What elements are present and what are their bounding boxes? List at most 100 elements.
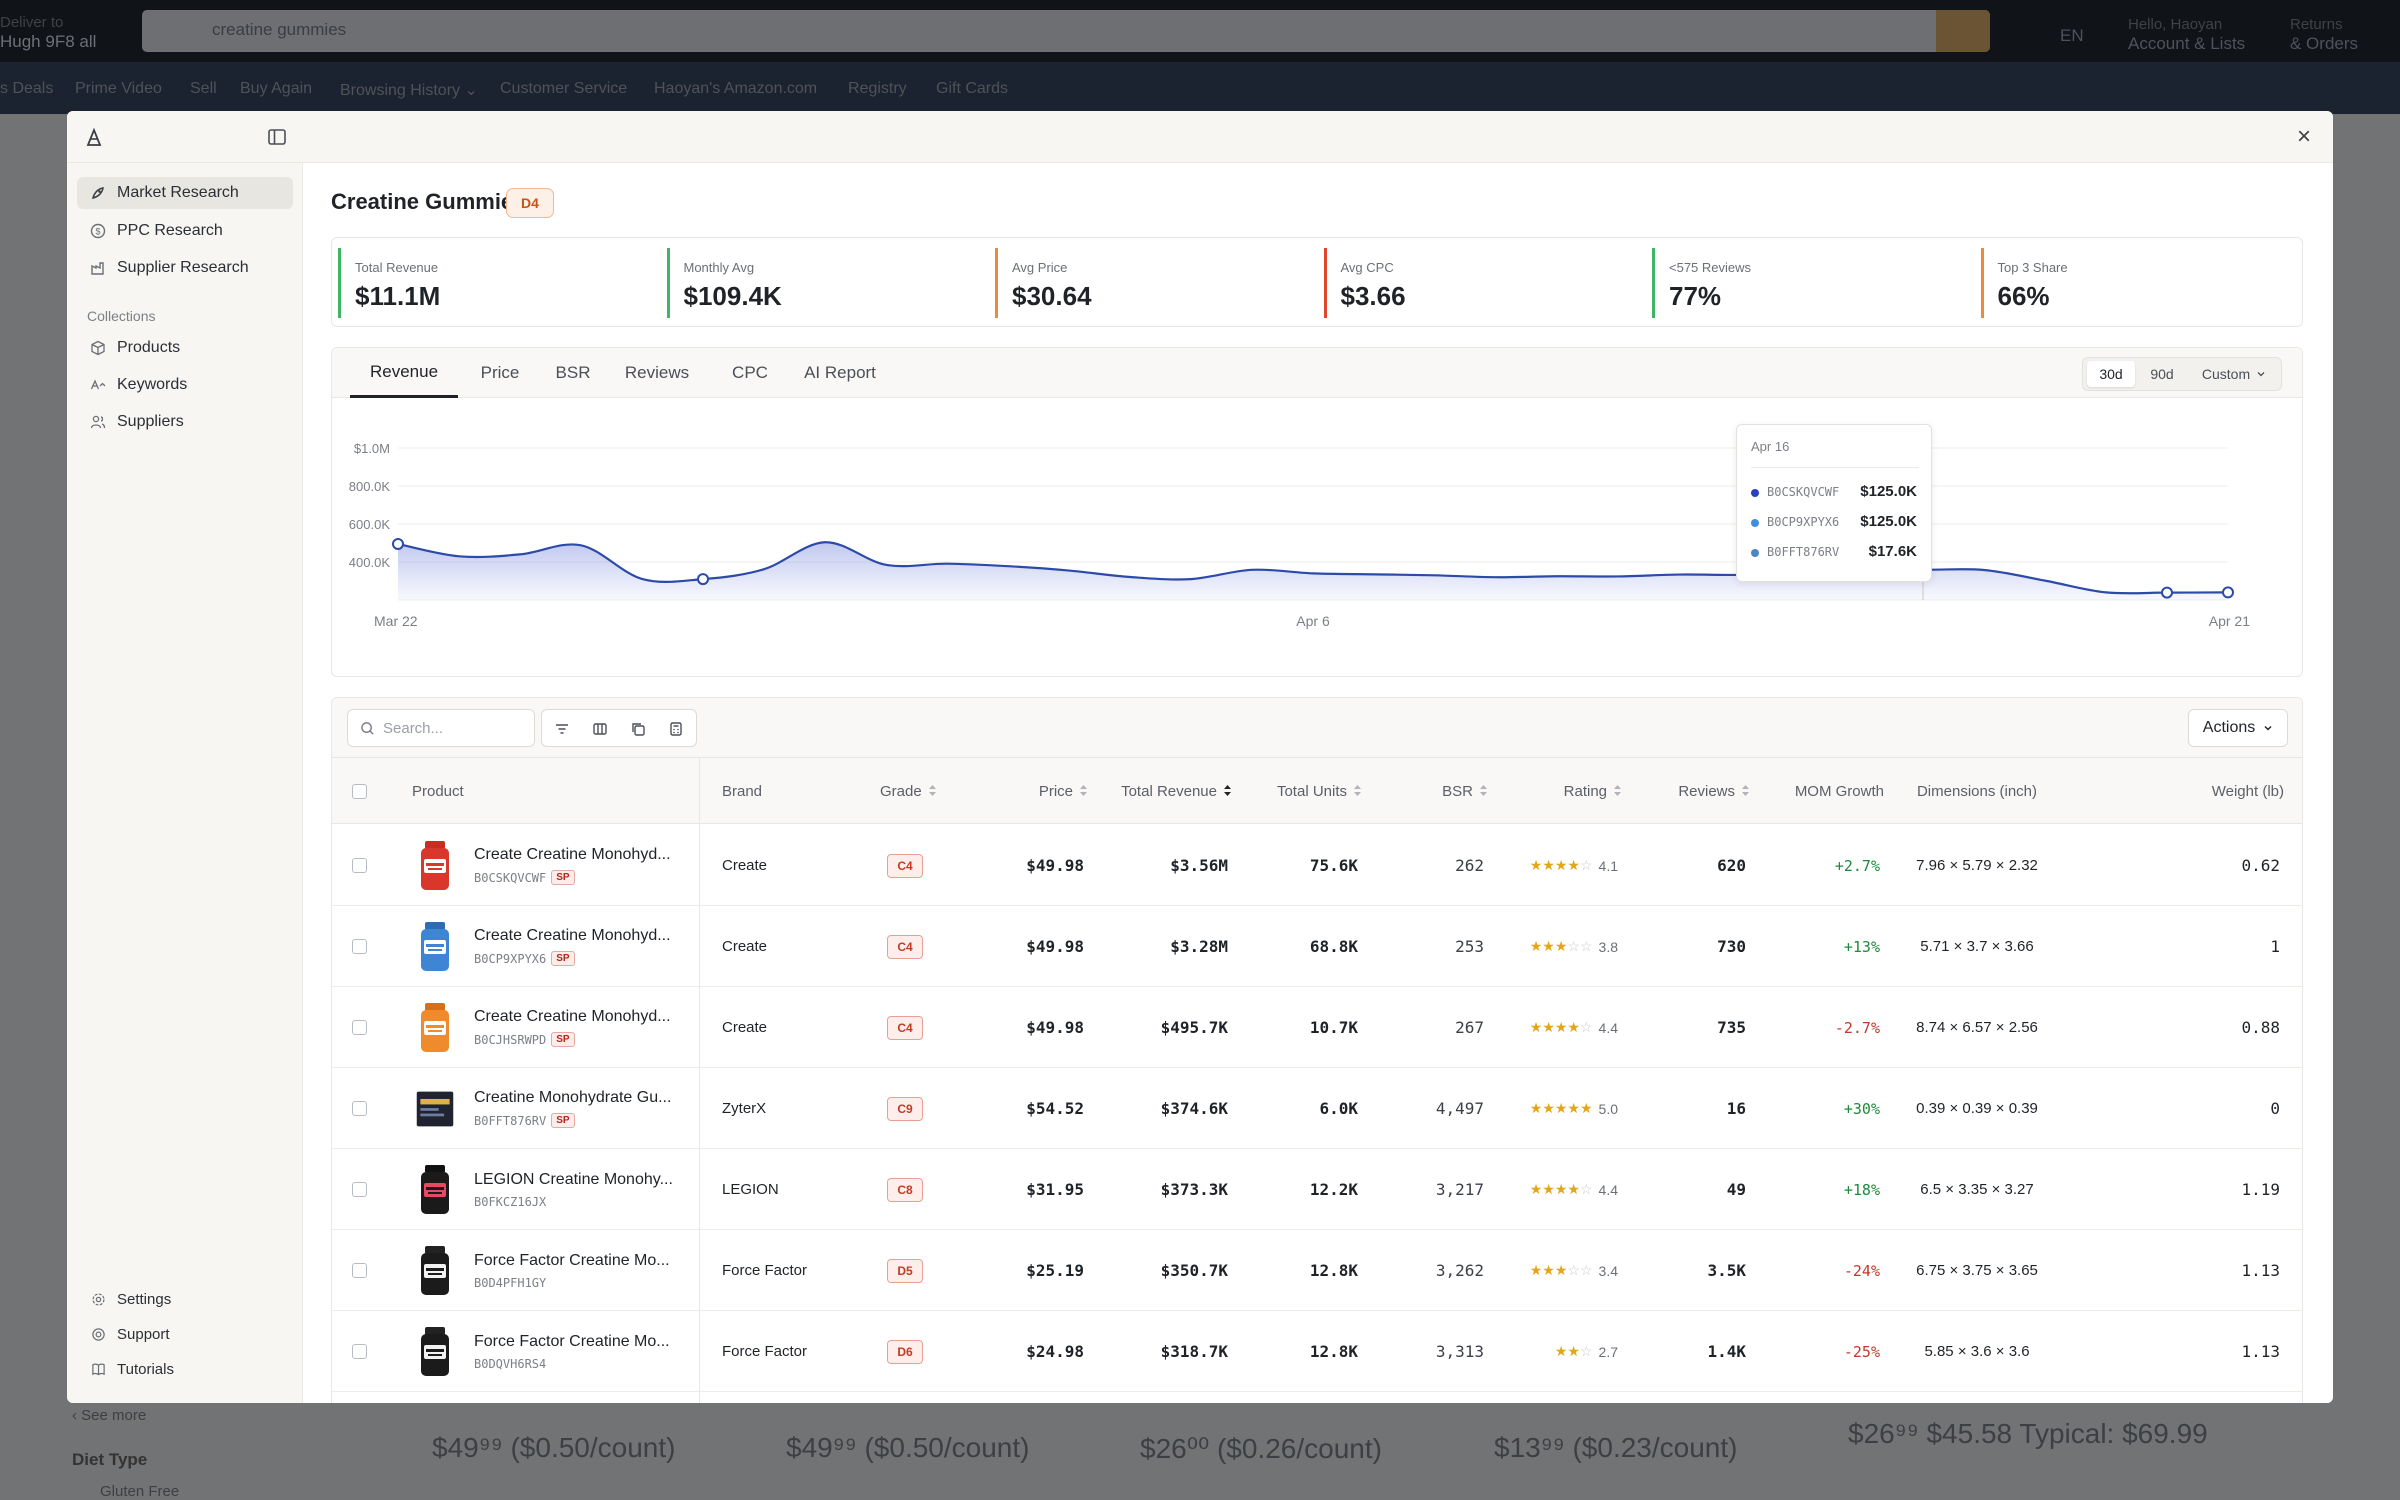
column-header-bsr[interactable]: BSR bbox=[1372, 758, 1488, 824]
dimensions-cell-value: 5.71 × 3.7 × 3.66 bbox=[1920, 938, 2034, 955]
product-thumbnail[interactable] bbox=[412, 1068, 458, 1149]
search-placeholder: Search... bbox=[383, 719, 444, 737]
revenue-cell-value: $3.28M bbox=[1170, 937, 1228, 956]
revenue-chart[interactable]: $1.0M 800.0K 600.0K 400.0K Mar 22 Apr 6 Apr 21 bbox=[332, 398, 2303, 677]
tab-ai-report[interactable]: AI Report bbox=[792, 348, 888, 398]
row-checkbox[interactable] bbox=[352, 1311, 367, 1392]
product-name[interactable]: Create Creatine Monohyd... bbox=[474, 846, 671, 864]
search-input[interactable]: Search... bbox=[347, 709, 535, 747]
row-checkbox[interactable] bbox=[352, 1149, 367, 1230]
column-header-price[interactable]: Price bbox=[980, 758, 1088, 824]
mom-growth-cell-value: +13% bbox=[1843, 937, 1880, 956]
row-checkbox[interactable] bbox=[352, 825, 367, 906]
rating-value: 5.0 bbox=[1598, 1100, 1618, 1117]
amazon-nav-item: Prime Video bbox=[75, 80, 162, 97]
product-name[interactable]: Create Creatine Monohyd... bbox=[474, 1008, 671, 1026]
row-checkbox[interactable] bbox=[352, 1230, 367, 1311]
product-cell[interactable]: Create Creatine Monohyd... B0CJHSRWPD SP bbox=[474, 987, 690, 1068]
column-header-mom-growth[interactable]: MOM Growth bbox=[1762, 758, 1884, 824]
range-custom-button[interactable]: Custom bbox=[2191, 361, 2277, 387]
product-name[interactable]: Force Factor Creatine Mo... bbox=[474, 1252, 670, 1270]
product-cell[interactable]: Create Creatine Monohyd... B0CSKQVCWF SP bbox=[474, 825, 690, 906]
amazon-nav-item: Customer Service bbox=[500, 80, 628, 97]
calculator-icon[interactable] bbox=[664, 717, 688, 741]
columns-icon[interactable] bbox=[588, 717, 612, 741]
actions-button[interactable]: Actions bbox=[2188, 709, 2288, 747]
column-header-grade[interactable]: Grade bbox=[880, 758, 980, 824]
column-header-brand[interactable]: Brand bbox=[722, 758, 842, 824]
tab-price[interactable]: Price bbox=[468, 348, 532, 398]
sidebar-item-settings[interactable]: Settings bbox=[77, 1285, 293, 1313]
range-90d-button[interactable]: 90d bbox=[2139, 361, 2185, 387]
sidebar-item-label: Supplier Research bbox=[117, 259, 249, 276]
column-header-total-units[interactable]: Total Units bbox=[1242, 758, 1362, 824]
range-30d-button[interactable]: 30d bbox=[2087, 361, 2135, 387]
product-thumbnail[interactable] bbox=[412, 906, 458, 987]
tab-bsr[interactable]: BSR bbox=[546, 348, 600, 398]
product-cell[interactable]: Creatine Monohydrate Gu... B0FFT876RV SP bbox=[474, 1068, 690, 1149]
product-name[interactable]: LEGION Creatine Monohy... bbox=[474, 1171, 673, 1189]
sidebar-item-tutorials[interactable]: Tutorials bbox=[77, 1355, 293, 1383]
kpi-label: Total Revenue bbox=[355, 260, 439, 275]
grade-badge: C4 bbox=[887, 853, 923, 878]
sidebar-item-ppc-research[interactable]: $ PPC Research bbox=[77, 215, 293, 247]
tab-reviews[interactable]: Reviews bbox=[614, 348, 700, 398]
sidebar-toggle-icon[interactable] bbox=[267, 127, 287, 152]
table-row[interactable]: Create Creatine Monohyd... B0CP9XPYX6 SP Cr… bbox=[332, 906, 2302, 987]
product-name[interactable]: Creatine Monohydrate Gu... bbox=[474, 1089, 671, 1107]
sidebar-item-keywords[interactable]: Keywords bbox=[77, 369, 293, 401]
table-row[interactable]: LEGION Creatine Monohy... B0FKCZ16JX LEGIO… bbox=[332, 1149, 2302, 1230]
copy-icon[interactable] bbox=[626, 717, 650, 741]
product-name[interactable]: Force Factor Creatine Mo... bbox=[474, 1333, 670, 1351]
column-header-reviews[interactable]: Reviews bbox=[1622, 758, 1750, 824]
reviews-cell: 730 bbox=[1622, 906, 1746, 987]
bsr-cell-value: 267 bbox=[1455, 1018, 1484, 1037]
tab-revenue[interactable]: Revenue bbox=[350, 348, 458, 398]
table-row[interactable]: Create Creatine Monohyd... B0CJHSRWPD SP Cr… bbox=[332, 987, 2302, 1068]
filter-icon[interactable] bbox=[550, 717, 574, 741]
units-cell-value: 10.7K bbox=[1309, 1018, 1358, 1037]
close-icon[interactable]: × bbox=[2297, 123, 2311, 151]
bg-price-4: $13⁹⁹ ($0.23/count) bbox=[1494, 1432, 1738, 1463]
amazon-nav-item: Haoyan's Amazon.com bbox=[654, 80, 818, 97]
column-label: Total Revenue bbox=[1121, 782, 1217, 800]
sidebar-item-market-research[interactable]: Market Research bbox=[77, 177, 293, 209]
column-label: Product bbox=[412, 782, 464, 800]
product-thumbnail[interactable] bbox=[412, 987, 458, 1068]
kpi-strip: Total Revenue $11.1M Monthly Avg $109.4K Avg… bbox=[331, 237, 2303, 327]
weight-cell: 0.88 bbox=[2072, 987, 2280, 1068]
product-cell[interactable]: Force Factor Creatine Mo... B0DQVH6RS4 bbox=[474, 1311, 690, 1392]
column-header-product[interactable]: Product bbox=[412, 758, 612, 824]
column-header-dimensions-inch[interactable]: Dimensions (inch) bbox=[1892, 758, 2062, 824]
table-row[interactable]: Creatine Monohydrate Gu... B0FFT876RV SP Zy… bbox=[332, 1068, 2302, 1149]
grade-cell: D5 bbox=[880, 1230, 930, 1311]
select-all-checkbox[interactable] bbox=[352, 758, 376, 824]
sidebar-item-support[interactable]: Support bbox=[77, 1320, 293, 1348]
brand-cell-value: ZyterX bbox=[722, 1100, 767, 1117]
tab-cpc[interactable]: CPC bbox=[722, 348, 778, 398]
product-name[interactable]: Create Creatine Monohyd... bbox=[474, 927, 671, 945]
sidebar-item-products[interactable]: Products bbox=[77, 332, 293, 364]
product-thumbnail[interactable] bbox=[412, 1230, 458, 1311]
table-row[interactable]: Force Factor Creatine Mo... B0D4PFH1GY For… bbox=[332, 1230, 2302, 1311]
product-thumbnail[interactable] bbox=[412, 825, 458, 906]
row-checkbox[interactable] bbox=[352, 1068, 367, 1149]
row-checkbox[interactable] bbox=[352, 906, 367, 987]
product-thumbnail[interactable] bbox=[412, 1311, 458, 1392]
deliver-city: Hugh 9F8 all bbox=[0, 32, 97, 51]
product-cell[interactable]: Force Factor Creatine Mo... B0D4PFH1GY bbox=[474, 1230, 690, 1311]
units-cell-value: 12.8K bbox=[1309, 1342, 1358, 1361]
revenue-chart-card: 30d 90d Custom Revenue Price BSR Reviews CPC… bbox=[331, 347, 2303, 677]
sidebar-item-suppliers[interactable]: Suppliers bbox=[77, 406, 293, 438]
column-header-total-revenue[interactable]: Total Revenue bbox=[1092, 758, 1232, 824]
column-header-rating[interactable]: Rating bbox=[1504, 758, 1622, 824]
row-checkbox[interactable] bbox=[352, 987, 367, 1068]
table-row[interactable]: Force Factor Creatine Mo... B0DQVH6RS4 For… bbox=[332, 1311, 2302, 1392]
brand-cell: ZyterX bbox=[722, 1068, 838, 1149]
table-row[interactable]: Create Creatine Monohyd... B0CSKQVCWF SP Cr… bbox=[332, 825, 2302, 906]
product-cell[interactable]: Create Creatine Monohyd... B0CP9XPYX6 SP bbox=[474, 906, 690, 987]
sidebar-item-supplier-research[interactable]: Supplier Research bbox=[77, 252, 293, 284]
column-header-weight-lb[interactable]: Weight (lb) bbox=[2072, 758, 2284, 824]
product-cell[interactable]: LEGION Creatine Monohy... B0FKCZ16JX bbox=[474, 1149, 690, 1230]
product-thumbnail[interactable] bbox=[412, 1149, 458, 1230]
